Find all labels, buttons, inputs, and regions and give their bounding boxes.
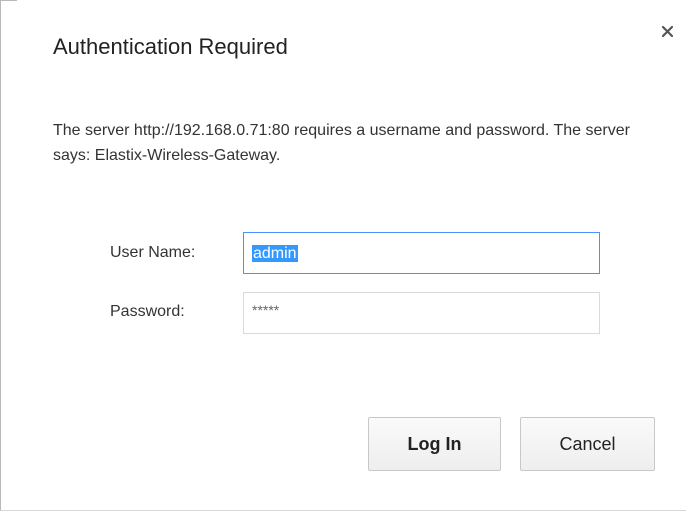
username-input[interactable]: admin xyxy=(243,232,600,274)
password-input[interactable]: ***** xyxy=(243,292,600,334)
dialog-message: The server http://192.168.0.71:80 requir… xyxy=(53,122,630,164)
cancel-button[interactable]: Cancel xyxy=(520,417,655,471)
username-value: admin xyxy=(252,245,298,263)
dialog-edge xyxy=(1,0,17,1)
close-icon xyxy=(661,25,674,38)
username-selection: admin xyxy=(252,245,298,262)
dialog-title: Authentication Required xyxy=(53,34,288,59)
password-label: Password: xyxy=(110,303,185,320)
login-button[interactable]: Log In xyxy=(368,417,501,471)
password-mask: ***** xyxy=(252,302,280,318)
close-button[interactable] xyxy=(656,20,680,44)
username-label: User Name: xyxy=(110,244,196,261)
auth-dialog: Authentication Required The server http:… xyxy=(0,0,686,511)
